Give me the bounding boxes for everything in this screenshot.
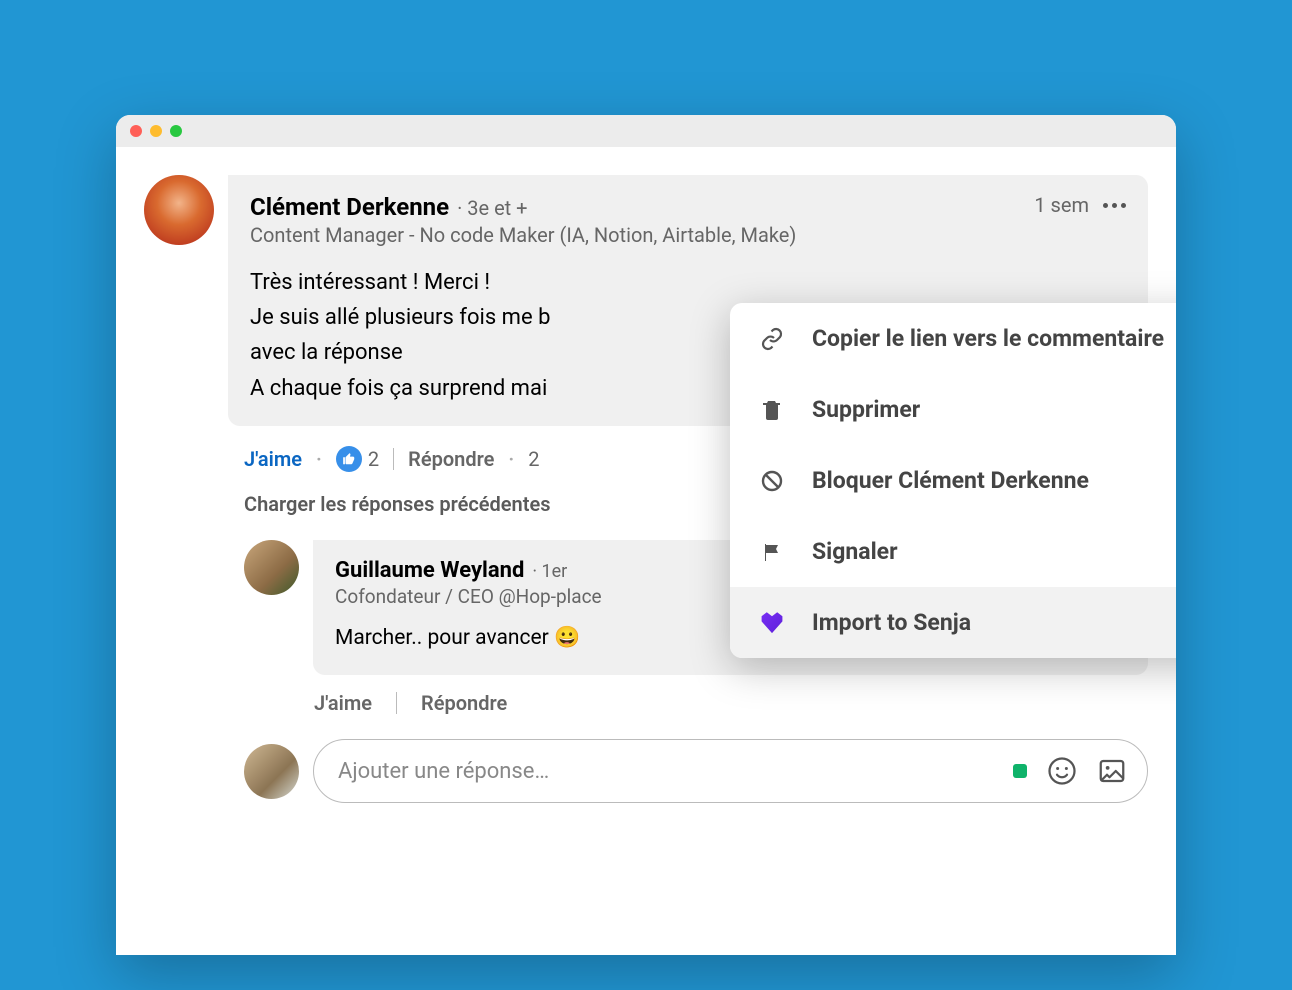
more-options-button[interactable] <box>1103 203 1126 208</box>
reply-placeholder: Ajouter une réponse… <box>338 759 549 784</box>
titlebar <box>116 115 1176 147</box>
trash-icon <box>758 396 786 424</box>
block-icon <box>758 467 786 495</box>
context-menu: Copier le lien vers le commentaire Suppr… <box>730 303 1176 658</box>
like-button[interactable]: J'aime <box>314 691 372 715</box>
like-count[interactable]: 2 <box>336 446 379 472</box>
status-indicator <box>1013 764 1027 778</box>
comment-meta: 1 sem <box>1034 193 1126 217</box>
comment-author-job: Content Manager - No code Maker (IA, Not… <box>250 223 1126 247</box>
reply-author[interactable]: Guillaume Weyland <box>335 558 524 583</box>
avatar[interactable] <box>144 175 214 245</box>
avatar[interactable] <box>244 744 299 799</box>
menu-block[interactable]: Bloquer Clément Derkenne <box>730 445 1176 516</box>
menu-copy-link[interactable]: Copier le lien vers le commentaire <box>730 303 1176 374</box>
app-window: 1 sem Clément Derkenne · 3e et + Content… <box>116 115 1176 955</box>
comment-time: 1 sem <box>1034 193 1089 217</box>
avatar[interactable] <box>244 540 299 595</box>
menu-report[interactable]: Signaler <box>730 516 1176 587</box>
maximize-window-button[interactable] <box>170 125 182 137</box>
minimize-window-button[interactable] <box>150 125 162 137</box>
menu-import-senja[interactable]: Import to Senja <box>730 587 1176 658</box>
reply-input[interactable]: Ajouter une réponse… <box>313 739 1148 803</box>
reply-count: 2 <box>528 447 539 471</box>
comment-author[interactable]: Clément Derkenne <box>250 193 449 221</box>
flag-icon <box>758 538 786 566</box>
like-button[interactable]: J'aime <box>244 447 302 471</box>
compose-row: Ajouter une réponse… <box>144 739 1148 803</box>
reply-button[interactable]: Répondre <box>421 691 507 715</box>
reply-button[interactable]: Répondre <box>408 447 494 471</box>
connection-degree: · 1er <box>532 561 567 582</box>
thumbs-up-icon <box>336 446 362 472</box>
link-icon <box>758 325 786 353</box>
emoji-picker-button[interactable] <box>1047 756 1077 786</box>
menu-delete[interactable]: Supprimer <box>730 374 1176 445</box>
heart-icon <box>758 609 786 637</box>
reply-actions: J'aime Répondre <box>244 675 1148 739</box>
close-window-button[interactable] <box>130 125 142 137</box>
image-picker-button[interactable] <box>1097 756 1127 786</box>
connection-degree: · 3e et + <box>457 196 527 220</box>
